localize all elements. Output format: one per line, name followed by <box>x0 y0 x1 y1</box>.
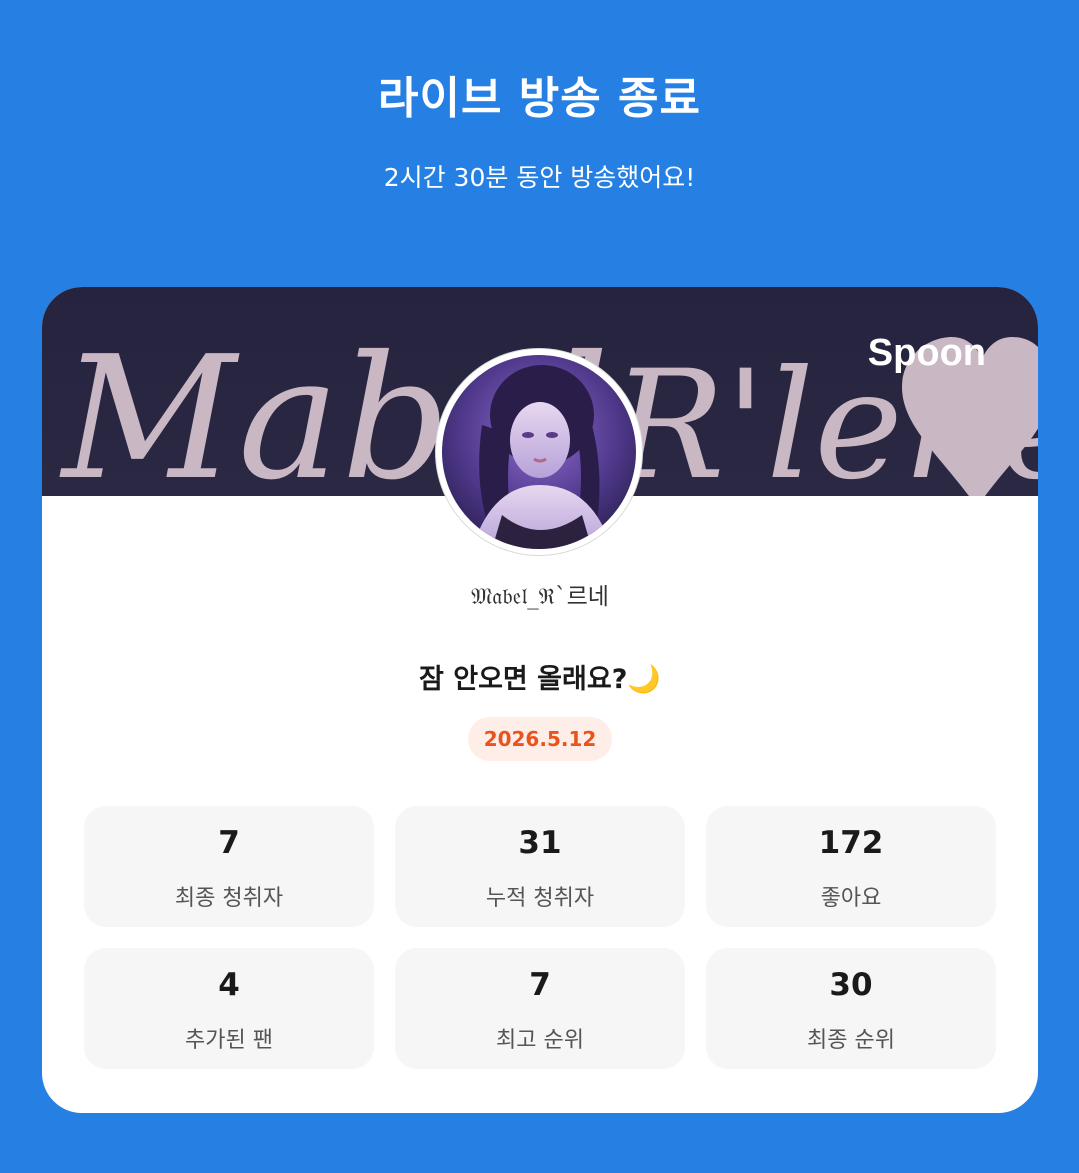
spoon-logo: Spoon <box>867 332 986 374</box>
avatar[interactable] <box>436 349 642 555</box>
stat-label: 최종 순위 <box>807 1028 895 1053</box>
stat-value: 4 <box>218 967 240 1003</box>
date-badge-container: 2026.5.12 <box>42 717 1038 761</box>
stat-label: 누적 청취자 <box>485 886 595 911</box>
stat-best-rank: 7 최고 순위 <box>395 948 685 1069</box>
date-badge: 2026.5.12 <box>467 717 613 761</box>
live-title: 잠 안오면 올래요?🌙 <box>419 664 661 695</box>
stat-value: 7 <box>218 825 240 861</box>
stat-new-fans: 4 추가된 팬 <box>84 948 374 1069</box>
stat-label: 추가된 팬 <box>185 1028 273 1053</box>
stat-value: 7 <box>529 967 551 1003</box>
stat-likes: 172 좋아요 <box>706 806 996 927</box>
username: 𝔐𝔞𝔟𝔢𝔩_ℜ`르네 <box>471 584 609 610</box>
stat-label: 최종 청취자 <box>174 886 284 911</box>
stat-value: 31 <box>518 825 562 861</box>
stat-value: 172 <box>818 825 884 861</box>
stats-grid: 7 최종 청취자 31 누적 청취자 172 좋아요 4 추가된 팬 7 최고 … <box>84 806 996 1069</box>
stat-value: 30 <box>829 967 873 1003</box>
broadcast-duration: 2시간 30분 동안 방송했어요! <box>383 163 696 192</box>
stat-total-listeners: 31 누적 청취자 <box>395 806 685 927</box>
stat-label: 최고 순위 <box>496 1028 584 1053</box>
stat-label: 좋아요 <box>820 886 882 911</box>
page-title: 라이브 방송 종료 <box>378 73 701 124</box>
stat-final-rank: 30 최종 순위 <box>706 948 996 1069</box>
broadcast-summary-card: Mabel R'lene Spoon <box>42 287 1038 1113</box>
stat-final-listeners: 7 최종 청취자 <box>84 806 374 927</box>
